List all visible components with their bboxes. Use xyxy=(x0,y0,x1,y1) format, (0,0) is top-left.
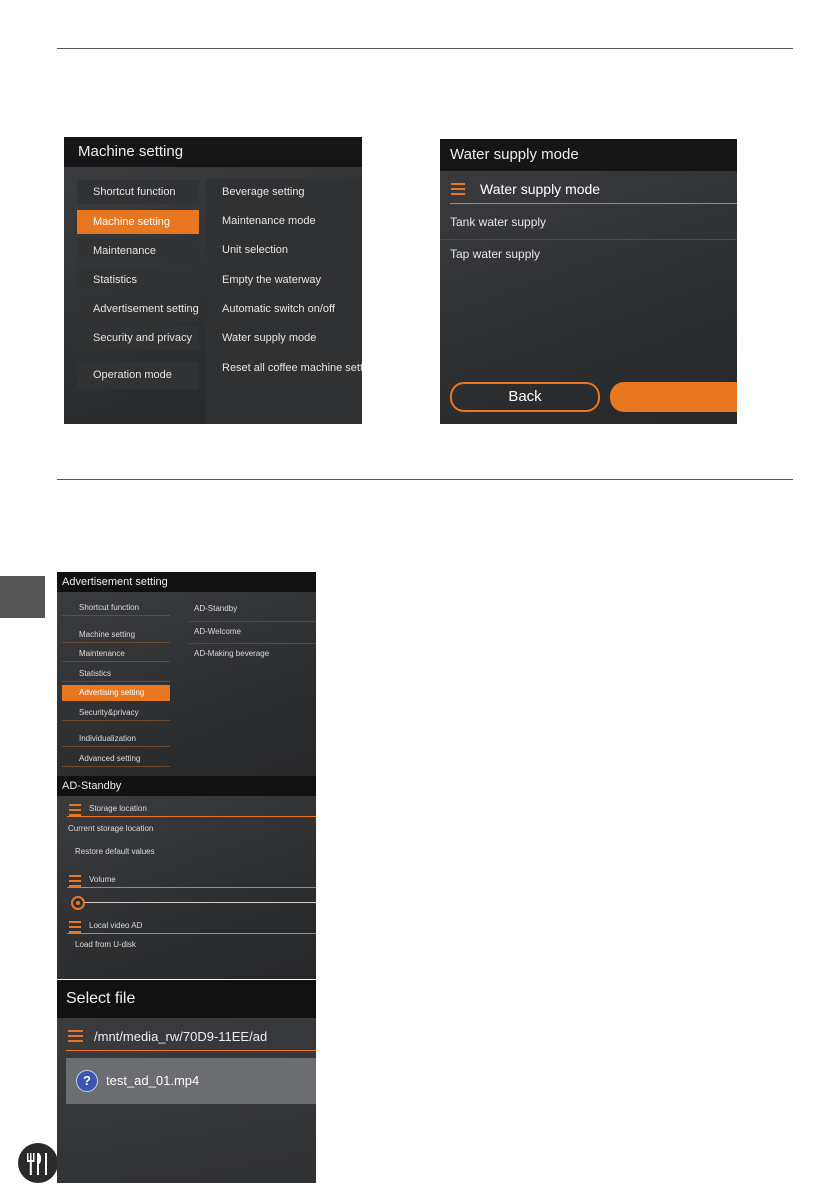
option-tap-water-supply[interactable]: Tap water supply xyxy=(450,247,540,261)
middle-divider xyxy=(57,479,793,480)
menu-icon xyxy=(68,1030,83,1045)
menu-item-shortcut-function[interactable]: Shortcut function xyxy=(77,180,199,204)
restore-default-button[interactable]: Restore default values xyxy=(75,847,155,856)
cutlery-logo-icon xyxy=(18,1143,58,1183)
option-divider xyxy=(440,239,737,240)
header-underline xyxy=(67,933,316,934)
page-side-tab xyxy=(0,576,45,618)
file-path: /mnt/media_rw/70D9-11EE/ad xyxy=(94,1029,268,1044)
submenu-unit-selection[interactable]: Unit selection xyxy=(222,244,362,256)
header-underline xyxy=(67,887,316,888)
advertisement-setting-screen: Advertisement setting Shortcut function … xyxy=(57,572,316,776)
submenu-water-supply-mode[interactable]: Water supply mode xyxy=(222,332,362,344)
submenu-divider xyxy=(189,643,316,644)
menu-item-shortcut-function[interactable]: Shortcut function xyxy=(62,600,170,616)
select-file-screen: Select file /mnt/media_rw/70D9-11EE/ad ?… xyxy=(57,980,316,1183)
menu-item-security-privacy[interactable]: Security and privacy xyxy=(77,326,199,350)
submenu-beverage-setting[interactable]: Beverage setting xyxy=(222,186,362,198)
submenu-ad-standby[interactable]: AD-Standby xyxy=(194,604,237,613)
storage-location-header: Storage location xyxy=(89,804,147,813)
volume-slider-track[interactable] xyxy=(82,902,316,903)
volume-header: Volume xyxy=(89,875,116,884)
menu-item-advanced-setting[interactable]: Advanced setting xyxy=(62,751,170,767)
submenu-divider xyxy=(189,621,316,622)
volume-slider-knob[interactable] xyxy=(71,896,85,910)
ad-standby-screen: AD-Standby Storage location Current stor… xyxy=(57,776,316,979)
water-supply-mode-screen: Water supply mode Water supply mode Tank… xyxy=(440,139,737,424)
section-header: Water supply mode xyxy=(480,181,601,197)
submenu-ad-welcome[interactable]: AD-Welcome xyxy=(194,627,241,636)
menu-item-individualization[interactable]: Individualization xyxy=(62,731,170,747)
top-divider xyxy=(57,48,793,49)
menu-item-machine-setting[interactable]: Machine setting xyxy=(62,627,170,643)
option-tank-water-supply[interactable]: Tank water supply xyxy=(450,215,546,229)
menu-item-statistics[interactable]: Statistics xyxy=(77,268,199,292)
submenu-auto-switch[interactable]: Automatic switch on/off xyxy=(222,303,362,315)
submenu-reset-settings[interactable]: Reset all coffee machine setting xyxy=(222,362,362,374)
screen-title: Water supply mode xyxy=(440,139,737,171)
menu-item-statistics[interactable]: Statistics xyxy=(62,666,170,682)
header-underline xyxy=(66,1050,316,1051)
screen-title: AD-Standby xyxy=(57,776,316,796)
menu-icon xyxy=(451,183,465,198)
menu-item-maintenance[interactable]: Maintenance xyxy=(62,646,170,662)
menu-item-machine-setting[interactable]: Machine setting xyxy=(77,210,199,234)
current-storage-location[interactable]: Current storage location xyxy=(68,824,153,833)
back-button[interactable]: Back xyxy=(450,382,600,412)
submenu-empty-waterway[interactable]: Empty the waterway xyxy=(222,274,362,286)
menu-item-advertisement-setting[interactable]: Advertisement setting xyxy=(77,297,199,321)
menu-item-advertising-setting[interactable]: Advertising setting xyxy=(62,685,170,701)
file-list-item[interactable]: ? test_ad_01.mp4 xyxy=(66,1058,316,1104)
load-from-udisk-button[interactable]: Load from U-disk xyxy=(75,940,136,949)
screen-title: Machine setting xyxy=(64,137,362,167)
submenu-ad-making-beverage[interactable]: AD-Making beverage xyxy=(194,649,269,658)
header-underline xyxy=(67,816,316,817)
screen-title: Advertisement setting xyxy=(57,572,316,592)
header-underline xyxy=(450,203,737,204)
file-name: test_ad_01.mp4 xyxy=(106,1073,200,1088)
menu-item-operation-mode[interactable]: Operation mode xyxy=(77,362,199,389)
screen-title: Select file xyxy=(57,980,316,1018)
question-icon: ? xyxy=(76,1070,98,1092)
machine-setting-screen: Machine setting Shortcut function Machin… xyxy=(64,137,362,424)
local-video-header: Local video AD xyxy=(89,921,143,930)
menu-item-security-privacy[interactable]: Security&privacy xyxy=(62,705,170,721)
menu-item-maintenance[interactable]: Maintenance xyxy=(77,239,199,263)
confirm-button[interactable] xyxy=(610,382,737,412)
submenu-maintenance-mode[interactable]: Maintenance mode xyxy=(222,215,362,227)
